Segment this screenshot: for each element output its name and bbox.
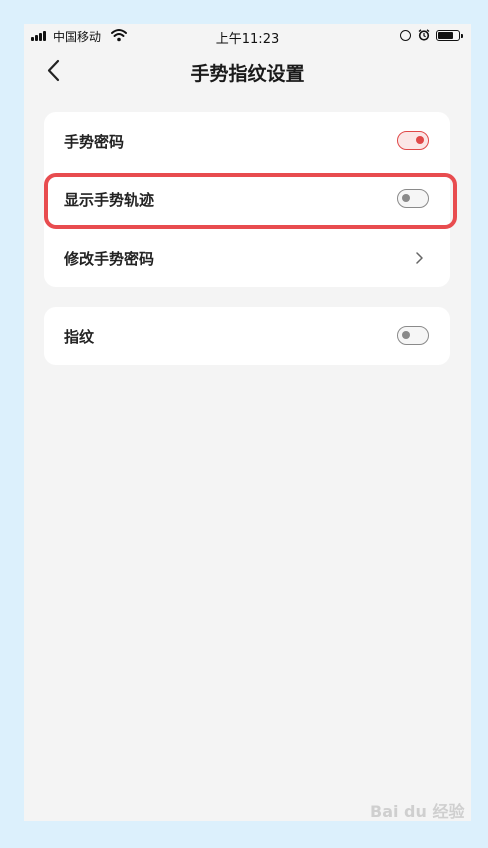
- row-label: 修改手势密码: [64, 250, 155, 268]
- page-title: 手势指纹设置: [190, 63, 305, 85]
- chevron-right-icon: [416, 252, 423, 264]
- fingerprint-row[interactable]: 指纹: [44, 307, 450, 365]
- show-gesture-trail-toggle[interactable]: [397, 189, 429, 208]
- row-label: 显示手势轨迹: [64, 191, 155, 209]
- gesture-password-toggle[interactable]: [397, 131, 429, 150]
- phone-screen: 中国移动 上午11:23 手势指纹设置 手势密码 显示手势轨迹 修改手势密码 指…: [24, 24, 471, 821]
- change-gesture-password-row[interactable]: 修改手势密码: [44, 229, 450, 287]
- fingerprint-toggle[interactable]: [397, 326, 429, 345]
- rotation-lock-icon: [400, 30, 411, 41]
- watermark: Bai du 经验: [370, 802, 465, 821]
- battery-icon: [436, 30, 463, 41]
- row-label: 指纹: [64, 328, 95, 346]
- status-bar: 中国移动 上午11:23: [24, 24, 471, 48]
- settings-card-fingerprint: 指纹: [44, 307, 450, 365]
- alarm-icon: [418, 29, 430, 41]
- show-gesture-trail-row[interactable]: 显示手势轨迹: [44, 170, 450, 228]
- nav-bar: 手势指纹设置: [24, 48, 471, 94]
- settings-card-gesture: 手势密码 显示手势轨迹 修改手势密码: [44, 112, 450, 287]
- row-label: 手势密码: [64, 133, 125, 151]
- gesture-password-row[interactable]: 手势密码: [44, 112, 450, 170]
